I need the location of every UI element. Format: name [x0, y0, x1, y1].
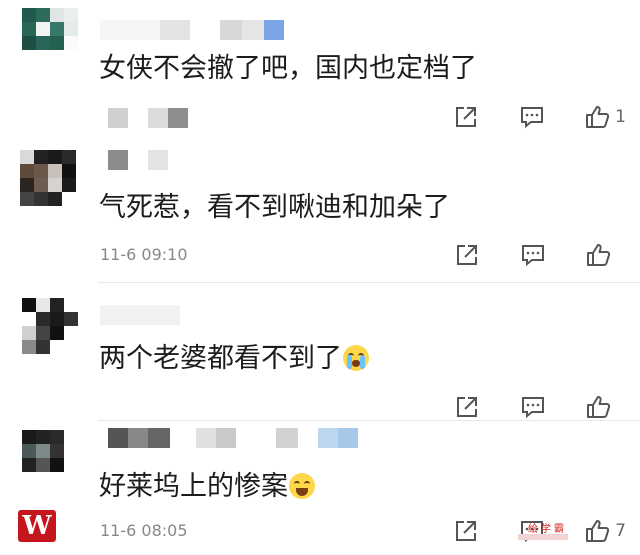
- watermark: 绘学霸: [528, 524, 567, 535]
- laughing-emoji-icon: [289, 473, 315, 499]
- avatar[interactable]: [20, 150, 76, 206]
- like-count: 1: [615, 107, 626, 127]
- comment-timestamp: 11-6 08:05: [100, 521, 188, 540]
- comment-timestamp: 11-6 09:10: [100, 245, 188, 264]
- comment-text: 气死惹，看不到啾迪和加朵了: [99, 192, 450, 223]
- share-icon: [456, 521, 477, 541]
- share-icon: [457, 245, 477, 265]
- share-button[interactable]: [451, 516, 481, 546]
- reply-button[interactable]: [518, 392, 548, 422]
- username-obscured[interactable]: [108, 150, 168, 170]
- username-obscured[interactable]: [100, 20, 284, 40]
- reply-button[interactable]: [518, 240, 548, 270]
- like-button[interactable]: [584, 240, 626, 270]
- username-obscured[interactable]: [108, 428, 358, 448]
- comment-icon: [522, 245, 544, 267]
- comment-icon: [521, 107, 544, 129]
- crying-emoji-icon: [343, 345, 369, 371]
- divider: [98, 420, 640, 421]
- thumbs-up-icon: [587, 244, 611, 266]
- comment-icon: [522, 397, 544, 419]
- comment-actions: [416, 392, 626, 422]
- like-button[interactable]: 1: [583, 102, 626, 132]
- thumbs-up-icon: [587, 396, 611, 418]
- comment-text: 好莱坞上的惨案: [99, 470, 315, 504]
- username-obscured[interactable]: [100, 305, 180, 325]
- comment-text: 两个老婆都看不到了: [99, 342, 369, 376]
- share-icon: [456, 107, 477, 127]
- reply-button[interactable]: [517, 102, 547, 132]
- like-count: 7: [615, 521, 626, 541]
- brand-logo: W: [18, 510, 56, 542]
- comment-actions: [416, 240, 626, 270]
- share-button[interactable]: [452, 240, 482, 270]
- like-button[interactable]: [584, 392, 626, 422]
- comment-actions: 1: [415, 102, 626, 132]
- share-icon: [457, 397, 477, 417]
- thumbs-up-icon: [586, 106, 610, 128]
- avatar[interactable]: [22, 298, 78, 354]
- share-button[interactable]: [452, 392, 482, 422]
- share-button[interactable]: [451, 102, 481, 132]
- like-button[interactable]: 7: [583, 516, 626, 546]
- avatar[interactable]: [22, 8, 78, 64]
- thumbs-up-icon: [586, 520, 610, 542]
- avatar[interactable]: [22, 430, 78, 486]
- divider: [98, 282, 640, 283]
- watermark-url-obscured: [518, 534, 568, 540]
- comment-text: 女侠不会撤了吧，国内也定档了: [99, 53, 477, 84]
- comment-actions: 7: [415, 516, 626, 546]
- meta-obscured: [108, 108, 188, 128]
